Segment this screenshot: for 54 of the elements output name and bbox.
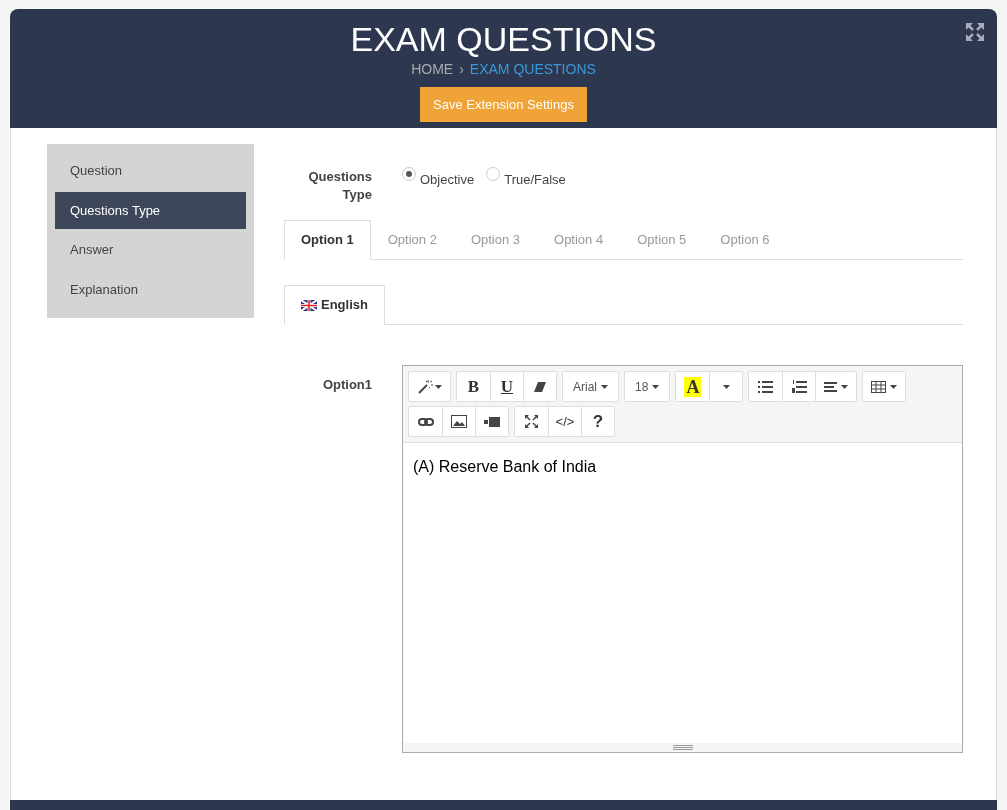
link-icon (417, 417, 434, 426)
help-button[interactable]: ? (581, 407, 614, 436)
align-button[interactable] (815, 372, 857, 401)
caret-icon (601, 384, 608, 389)
magic-wand-icon (417, 378, 433, 395)
field-label: Questions Type (307, 168, 372, 204)
breadcrumb-link[interactable]: EXAM QUESTIONS (469, 59, 596, 80)
bold-button[interactable]: B (457, 372, 490, 401)
caret-icon (890, 384, 898, 389)
editor-content[interactable]: (A) Reserve Bank of India (403, 443, 962, 743)
image-button[interactable] (442, 407, 475, 436)
fullscreen-icon (525, 415, 538, 428)
resize-handle-icon[interactable] (672, 745, 693, 750)
language-tab[interactable]: English (284, 285, 385, 325)
table-icon (871, 380, 887, 393)
sidebar-item[interactable]: Answer (55, 231, 246, 269)
radio-option[interactable]: True/False (486, 168, 566, 186)
highlighted-letter: A (684, 376, 702, 397)
bullets-button[interactable] (749, 372, 783, 401)
sidebar-item[interactable]: Question (55, 152, 246, 190)
video-button[interactable] (475, 407, 508, 436)
numbered-list-icon (791, 380, 807, 393)
flag-icon (301, 299, 317, 311)
expand-icon[interactable] (966, 23, 984, 41)
breadcrumb-link[interactable]: HOME (411, 59, 454, 80)
fullscreen-button[interactable] (515, 407, 548, 436)
numbers-button[interactable] (782, 372, 816, 401)
option-tab[interactable]: Option 1 (284, 220, 371, 260)
eraser-icon (534, 380, 546, 393)
text-color-button[interactable]: A (676, 372, 710, 401)
radio-button[interactable] (486, 167, 501, 181)
code-view-button[interactable]: </> (548, 407, 581, 436)
dropdown-button[interactable]: 18 (625, 372, 670, 401)
field-label: Option1 (321, 376, 372, 394)
table-button[interactable] (863, 372, 906, 401)
page-title: EXAM QUESTIONS (350, 21, 657, 57)
align-icon (824, 381, 838, 392)
dropdown-button[interactable]: Arial (563, 372, 618, 401)
link-button[interactable] (409, 407, 442, 436)
radio-option[interactable]: Objective (402, 168, 475, 186)
image-icon (451, 415, 467, 428)
underline-button[interactable]: U (490, 372, 523, 401)
magic-button[interactable] (409, 372, 450, 401)
caret-icon (841, 384, 849, 389)
video-camera-icon (484, 416, 500, 427)
sidebar-item[interactable]: Questions Type (55, 191, 246, 229)
bullet-list-icon (758, 380, 774, 393)
sidebar-item[interactable]: Explanation (55, 270, 246, 308)
radio-button[interactable] (402, 167, 416, 181)
caret-icon (435, 384, 442, 389)
caret-icon (722, 384, 730, 389)
caret-icon (652, 384, 660, 389)
eraser-button[interactable] (523, 372, 556, 401)
breadcrumb-separator: › (459, 60, 464, 79)
